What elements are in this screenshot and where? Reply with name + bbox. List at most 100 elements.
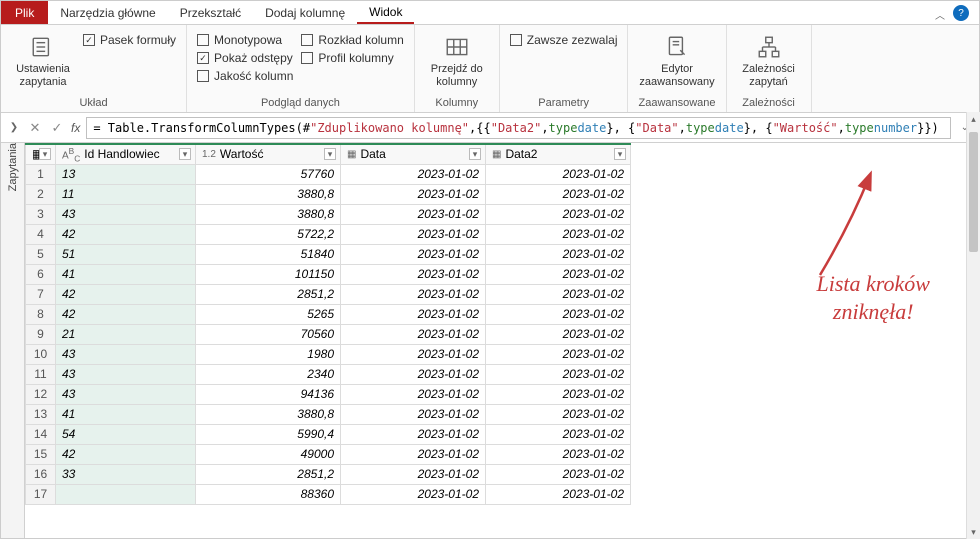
table-row[interactable]: 921705602023-01-022023-01-02	[26, 324, 631, 344]
cell-date[interactable]: 2023-01-02	[341, 244, 486, 264]
cell-date[interactable]: 2023-01-02	[341, 344, 486, 364]
cell-id[interactable]: 51	[56, 244, 196, 264]
cell-date[interactable]: 2023-01-02	[341, 324, 486, 344]
cell-date2[interactable]: 2023-01-02	[486, 244, 631, 264]
show-whitespace-checkbox[interactable]: ✓Pokaż odstępy	[197, 51, 293, 65]
cell-value[interactable]: 5722,2	[196, 224, 341, 244]
cell-id[interactable]: 41	[56, 264, 196, 284]
cell-value[interactable]: 3880,8	[196, 184, 341, 204]
column-header-date[interactable]: ▦Data ▾	[341, 144, 486, 164]
go-to-column-button[interactable]: Przejdź do kolumny	[425, 29, 489, 88]
cell-date2[interactable]: 2023-01-02	[486, 264, 631, 284]
cell-date2[interactable]: 2023-01-02	[486, 404, 631, 424]
cell-id[interactable]: 43	[56, 384, 196, 404]
cell-id[interactable]: 33	[56, 464, 196, 484]
table-row[interactable]: 17883602023-01-022023-01-02	[26, 484, 631, 504]
cell-value[interactable]: 3880,8	[196, 204, 341, 224]
cell-value[interactable]: 70560	[196, 324, 341, 344]
cell-date2[interactable]: 2023-01-02	[486, 464, 631, 484]
column-header-date2[interactable]: ▦Data2 ▾	[486, 144, 631, 164]
cell-date2[interactable]: 2023-01-02	[486, 204, 631, 224]
monospaced-checkbox[interactable]: Monotypowa	[197, 33, 293, 47]
row-index-header[interactable]: ▦ ▾	[26, 144, 56, 164]
formula-bar-checkbox[interactable]: ✓Pasek formuły	[83, 33, 176, 47]
scroll-up-icon[interactable]: ▴	[967, 112, 980, 126]
column-profile-checkbox[interactable]: Profil kolumny	[301, 51, 403, 65]
cell-id[interactable]: 13	[56, 164, 196, 184]
table-row[interactable]: 551518402023-01-022023-01-02	[26, 244, 631, 264]
cell-value[interactable]: 49000	[196, 444, 341, 464]
table-menu-icon[interactable]: ▾	[39, 148, 51, 160]
table-row[interactable]: 16332851,22023-01-022023-01-02	[26, 464, 631, 484]
cell-date[interactable]: 2023-01-02	[341, 424, 486, 444]
table-row[interactable]: 104319802023-01-022023-01-02	[26, 344, 631, 364]
cancel-formula-icon[interactable]: ✕	[27, 120, 43, 136]
cell-date2[interactable]: 2023-01-02	[486, 424, 631, 444]
cell-date2[interactable]: 2023-01-02	[486, 284, 631, 304]
cell-date[interactable]: 2023-01-02	[341, 364, 486, 384]
table-row[interactable]: 1243941362023-01-022023-01-02	[26, 384, 631, 404]
cell-value[interactable]: 5265	[196, 304, 341, 324]
cell-value[interactable]: 3880,8	[196, 404, 341, 424]
table-row[interactable]: 1542490002023-01-022023-01-02	[26, 444, 631, 464]
column-distribution-checkbox[interactable]: Rozkład kolumn	[301, 33, 403, 47]
confirm-formula-icon[interactable]: ✓	[49, 120, 65, 136]
table-row[interactable]: 3433880,82023-01-022023-01-02	[26, 204, 631, 224]
cell-date2[interactable]: 2023-01-02	[486, 164, 631, 184]
cell-id[interactable]: 42	[56, 304, 196, 324]
cell-date2[interactable]: 2023-01-02	[486, 384, 631, 404]
tab-transform[interactable]: Przekształć	[168, 1, 253, 24]
cell-value[interactable]: 2851,2	[196, 284, 341, 304]
table-row[interactable]: 7422851,22023-01-022023-01-02	[26, 284, 631, 304]
cell-id[interactable]: 41	[56, 404, 196, 424]
formula-bar-input[interactable]: = Table.TransformColumnTypes(#"Zduplikow…	[86, 117, 950, 139]
queries-pane-collapsed[interactable]: Zapytania	[1, 143, 25, 538]
cell-date[interactable]: 2023-01-02	[341, 404, 486, 424]
cell-date2[interactable]: 2023-01-02	[486, 224, 631, 244]
cell-id[interactable]: 21	[56, 324, 196, 344]
cell-value[interactable]: 101150	[196, 264, 341, 284]
cell-date[interactable]: 2023-01-02	[341, 184, 486, 204]
filter-dropdown-icon[interactable]: ▾	[324, 148, 336, 160]
cell-value[interactable]: 2340	[196, 364, 341, 384]
table-row[interactable]: 14545990,42023-01-022023-01-02	[26, 424, 631, 444]
cell-id[interactable]: 54	[56, 424, 196, 444]
cell-value[interactable]: 88360	[196, 484, 341, 504]
cell-date2[interactable]: 2023-01-02	[486, 484, 631, 504]
cell-date[interactable]: 2023-01-02	[341, 384, 486, 404]
scroll-down-icon[interactable]: ▾	[967, 525, 980, 539]
table-row[interactable]: 113577602023-01-022023-01-02	[26, 164, 631, 184]
advanced-editor-button[interactable]: Edytor zaawansowany	[645, 29, 709, 88]
data-grid[interactable]: ▦ ▾ ABCId Handlowiec ▾ 1.2Wartość ▾ ▦D	[25, 143, 631, 505]
cell-date[interactable]: 2023-01-02	[341, 224, 486, 244]
cell-date2[interactable]: 2023-01-02	[486, 444, 631, 464]
cell-id[interactable]: 11	[56, 184, 196, 204]
filter-dropdown-icon[interactable]: ▾	[179, 148, 191, 160]
cell-value[interactable]: 5990,4	[196, 424, 341, 444]
cell-date[interactable]: 2023-01-02	[341, 304, 486, 324]
cell-date2[interactable]: 2023-01-02	[486, 184, 631, 204]
table-row[interactable]: 6411011502023-01-022023-01-02	[26, 264, 631, 284]
cell-value[interactable]: 94136	[196, 384, 341, 404]
filter-dropdown-icon[interactable]: ▾	[469, 148, 481, 160]
cell-date[interactable]: 2023-01-02	[341, 204, 486, 224]
table-row[interactable]: 84252652023-01-022023-01-02	[26, 304, 631, 324]
cell-id[interactable]: 43	[56, 344, 196, 364]
cell-date2[interactable]: 2023-01-02	[486, 304, 631, 324]
filter-dropdown-icon[interactable]: ▾	[614, 148, 626, 160]
table-row[interactable]: 13413880,82023-01-022023-01-02	[26, 404, 631, 424]
cell-id[interactable]: 42	[56, 444, 196, 464]
cell-date[interactable]: 2023-01-02	[341, 164, 486, 184]
cell-date[interactable]: 2023-01-02	[341, 444, 486, 464]
cell-value[interactable]: 57760	[196, 164, 341, 184]
cell-id[interactable]	[56, 484, 196, 504]
cell-date[interactable]: 2023-01-02	[341, 264, 486, 284]
cell-date2[interactable]: 2023-01-02	[486, 364, 631, 384]
query-dependencies-button[interactable]: Zależności zapytań	[737, 29, 801, 88]
cell-id[interactable]: 43	[56, 204, 196, 224]
tab-view[interactable]: Widok	[357, 1, 414, 24]
cell-value[interactable]: 51840	[196, 244, 341, 264]
tab-addcolumn[interactable]: Dodaj kolumnę	[253, 1, 357, 24]
cell-date2[interactable]: 2023-01-02	[486, 344, 631, 364]
expand-queries-pane-icon[interactable]: ❯	[7, 122, 21, 133]
